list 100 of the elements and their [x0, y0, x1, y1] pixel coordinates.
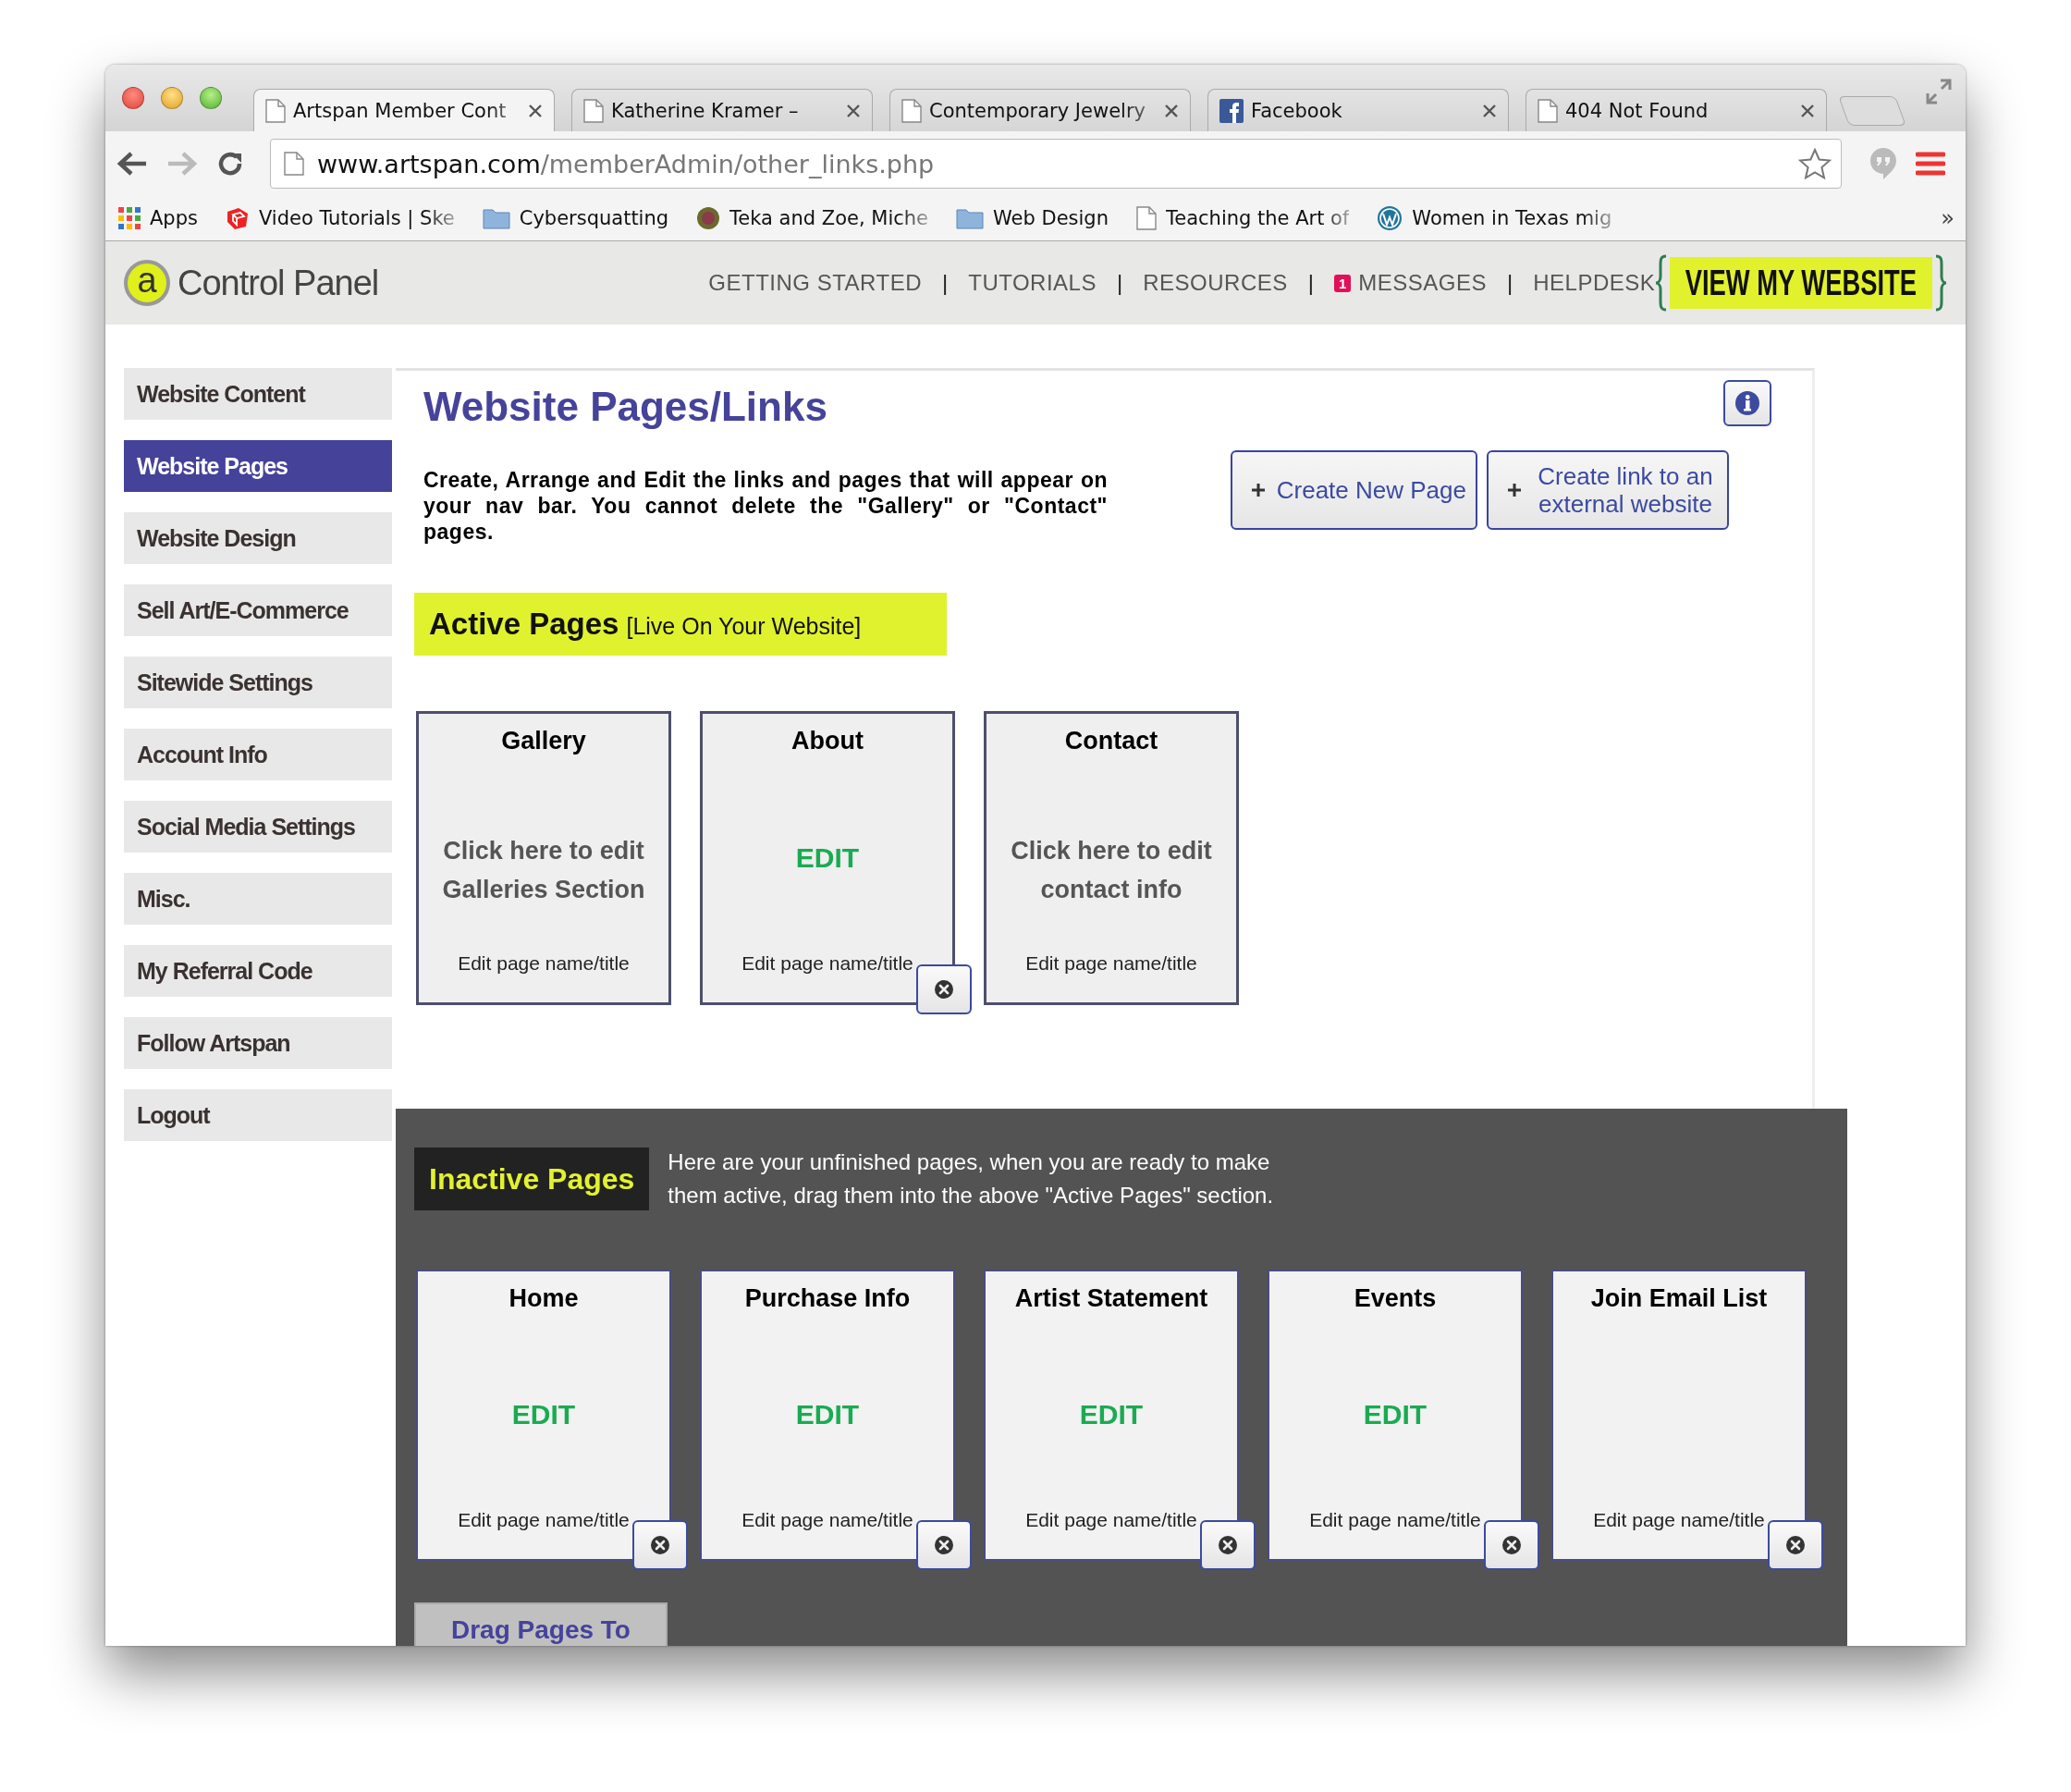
folder-icon — [956, 207, 985, 229]
edit-name-link[interactable]: Edit page name/title — [458, 952, 630, 975]
bookmark[interactable]: Teka and Zoe, Miche — [696, 206, 929, 230]
close-icon — [1218, 1535, 1238, 1555]
nav-link[interactable]: 1 MESSAGES — [1333, 270, 1488, 296]
info-icon — [1734, 390, 1760, 416]
section-heading: Active Pages — [429, 607, 619, 642]
page-title: Home — [509, 1284, 579, 1313]
close-icon — [1501, 1535, 1522, 1555]
tab-title: Katherine Kramer – — [611, 99, 800, 122]
edit-section-link[interactable]: Click here to edit contact info — [990, 830, 1232, 909]
tab-title: Facebook — [1251, 99, 1343, 122]
page-icon — [1538, 98, 1558, 123]
sidebar-item[interactable]: Website Design — [124, 512, 392, 564]
close-icon[interactable] — [1800, 103, 1815, 118]
page-icon — [265, 98, 286, 123]
nav-separator: | — [1507, 270, 1513, 296]
close-icon — [1785, 1535, 1806, 1555]
browser-tab[interactable]: Katherine Kramer – — [571, 89, 873, 131]
nav-link[interactable]: GETTING STARTED — [708, 270, 922, 296]
browser-tab[interactable]: Facebook — [1207, 89, 1509, 131]
sidebar-item[interactable]: Website Content — [124, 368, 392, 420]
info-button[interactable] — [1723, 380, 1771, 426]
page-card[interactable]: Gallery Click here to edit Galleries Section Edit page name/title — [416, 711, 671, 1005]
description-text: Create, Arrange and Edit the links and pages that will appear on your nav bar. You cannot delete the "Gallery" or "Contact" pages. — [423, 467, 1108, 545]
bookmark[interactable]: Cybersquatting — [482, 207, 669, 229]
folder-icon — [482, 207, 510, 229]
edit-section-link[interactable]: Click here to edit Galleries Section — [423, 830, 665, 909]
brace-icon — [1934, 254, 1947, 312]
sidebar-item[interactable]: Account Info — [124, 729, 392, 780]
section-note: [Live On Your Website] — [626, 612, 862, 640]
nav-link[interactable]: RESOURCES — [1143, 270, 1288, 296]
nav-link[interactable]: HELPDESK — [1533, 270, 1656, 296]
page-icon — [583, 98, 604, 123]
sidebar-item[interactable]: Website Pages — [124, 440, 392, 492]
menu-icon[interactable] — [1916, 152, 1945, 176]
sidebar-item[interactable]: My Referral Code — [124, 945, 392, 997]
create-button[interactable]: Create New Page — [1230, 450, 1477, 530]
browser-tab[interactable]: 404 Not Found — [1526, 89, 1827, 131]
page-title: About — [791, 727, 864, 755]
page-card[interactable]: Contact Click here to edit contact info Edit page name/title — [984, 711, 1239, 1005]
bookmark[interactable]: Web Design — [956, 207, 1109, 229]
close-icon[interactable] — [1164, 103, 1179, 118]
close-icon[interactable] — [1482, 103, 1497, 118]
cube-icon — [225, 206, 250, 230]
browser-tab[interactable]: Artspan Member Cont — [253, 89, 555, 131]
facebook-icon — [1219, 98, 1244, 123]
close-icon — [650, 1535, 670, 1555]
zoom-window-button[interactable] — [200, 87, 222, 109]
sidebar-item[interactable]: Sitewide Settings — [124, 657, 392, 708]
page-title: Gallery — [501, 727, 586, 755]
sidebar-item[interactable]: Logout — [124, 1089, 392, 1141]
view-website-button[interactable]: VIEW MY WEBSITE — [1670, 257, 1932, 309]
back-icon[interactable] — [116, 150, 148, 178]
bookmark[interactable]: Apps — [118, 207, 198, 229]
edit-name-link[interactable]: Edit page name/title — [1025, 952, 1197, 975]
nav-separator: | — [1116, 270, 1123, 296]
sidebar-item[interactable]: Social Media Settings — [124, 801, 392, 853]
page-title: Join Email List — [1590, 1284, 1768, 1313]
nav-link[interactable]: TUTORIALS — [968, 270, 1097, 296]
address-bar[interactable]: www.artspan.com/memberAdmin/other_links.php — [270, 139, 1842, 189]
page-title: Contact — [1064, 727, 1158, 755]
page-icon — [284, 152, 304, 176]
bookmark[interactable]: Video Tutorials | Ske — [225, 206, 455, 230]
brace-icon — [1655, 254, 1669, 312]
close-icon[interactable] — [846, 103, 861, 118]
sidebar-item[interactable]: Misc. — [124, 873, 392, 925]
reload-icon[interactable] — [216, 150, 244, 178]
app-title: Control Panel — [178, 263, 379, 303]
close-icon[interactable] — [528, 103, 543, 118]
apps-grid-icon — [118, 207, 141, 229]
tab-title: 404 Not Found — [1565, 99, 1709, 122]
sidebar-item[interactable]: Sell Art/E-Commerce — [124, 584, 392, 636]
close-window-button[interactable] — [122, 87, 144, 109]
page-icon — [1136, 206, 1157, 230]
nav-separator: | — [942, 270, 949, 296]
fullscreen-icon[interactable] — [1925, 78, 1953, 105]
page-title: Artist Statement — [1014, 1284, 1208, 1313]
url-text: www.artspan.com/memberAdmin/other_links.php — [317, 149, 936, 178]
plus-icon — [1507, 483, 1522, 497]
page-heading: Website Pages/Links — [423, 384, 827, 430]
close-icon — [934, 1535, 954, 1555]
bookmark[interactable]: Teaching the Art of — [1136, 206, 1350, 230]
remove-button[interactable] — [916, 964, 972, 1014]
more-bookmarks-button[interactable]: » — [1941, 205, 1955, 231]
edit-name-link[interactable]: Edit page name/title — [741, 952, 913, 975]
star-icon[interactable] — [1798, 148, 1832, 179]
message-count-badge: 1 — [1333, 274, 1352, 292]
page-title: Events — [1354, 1284, 1437, 1313]
create-button[interactable]: Create link to an external website — [1487, 450, 1729, 530]
page-card[interactable]: About EDIT Edit page name/title — [700, 711, 955, 1005]
close-icon — [934, 979, 954, 1000]
page-title: Purchase Info — [744, 1284, 911, 1313]
nav-separator: | — [1307, 270, 1314, 296]
tab-title: Contemporary Jewelry — [929, 99, 1146, 122]
logo-icon: a — [124, 260, 170, 306]
bookmark[interactable]: Women in Texas mig — [1377, 205, 1612, 231]
browser-tab[interactable]: Contemporary Jewelry — [889, 89, 1191, 131]
sidebar-item[interactable]: Follow Artspan — [124, 1017, 392, 1069]
tab-title: Artspan Member Cont — [293, 99, 508, 122]
